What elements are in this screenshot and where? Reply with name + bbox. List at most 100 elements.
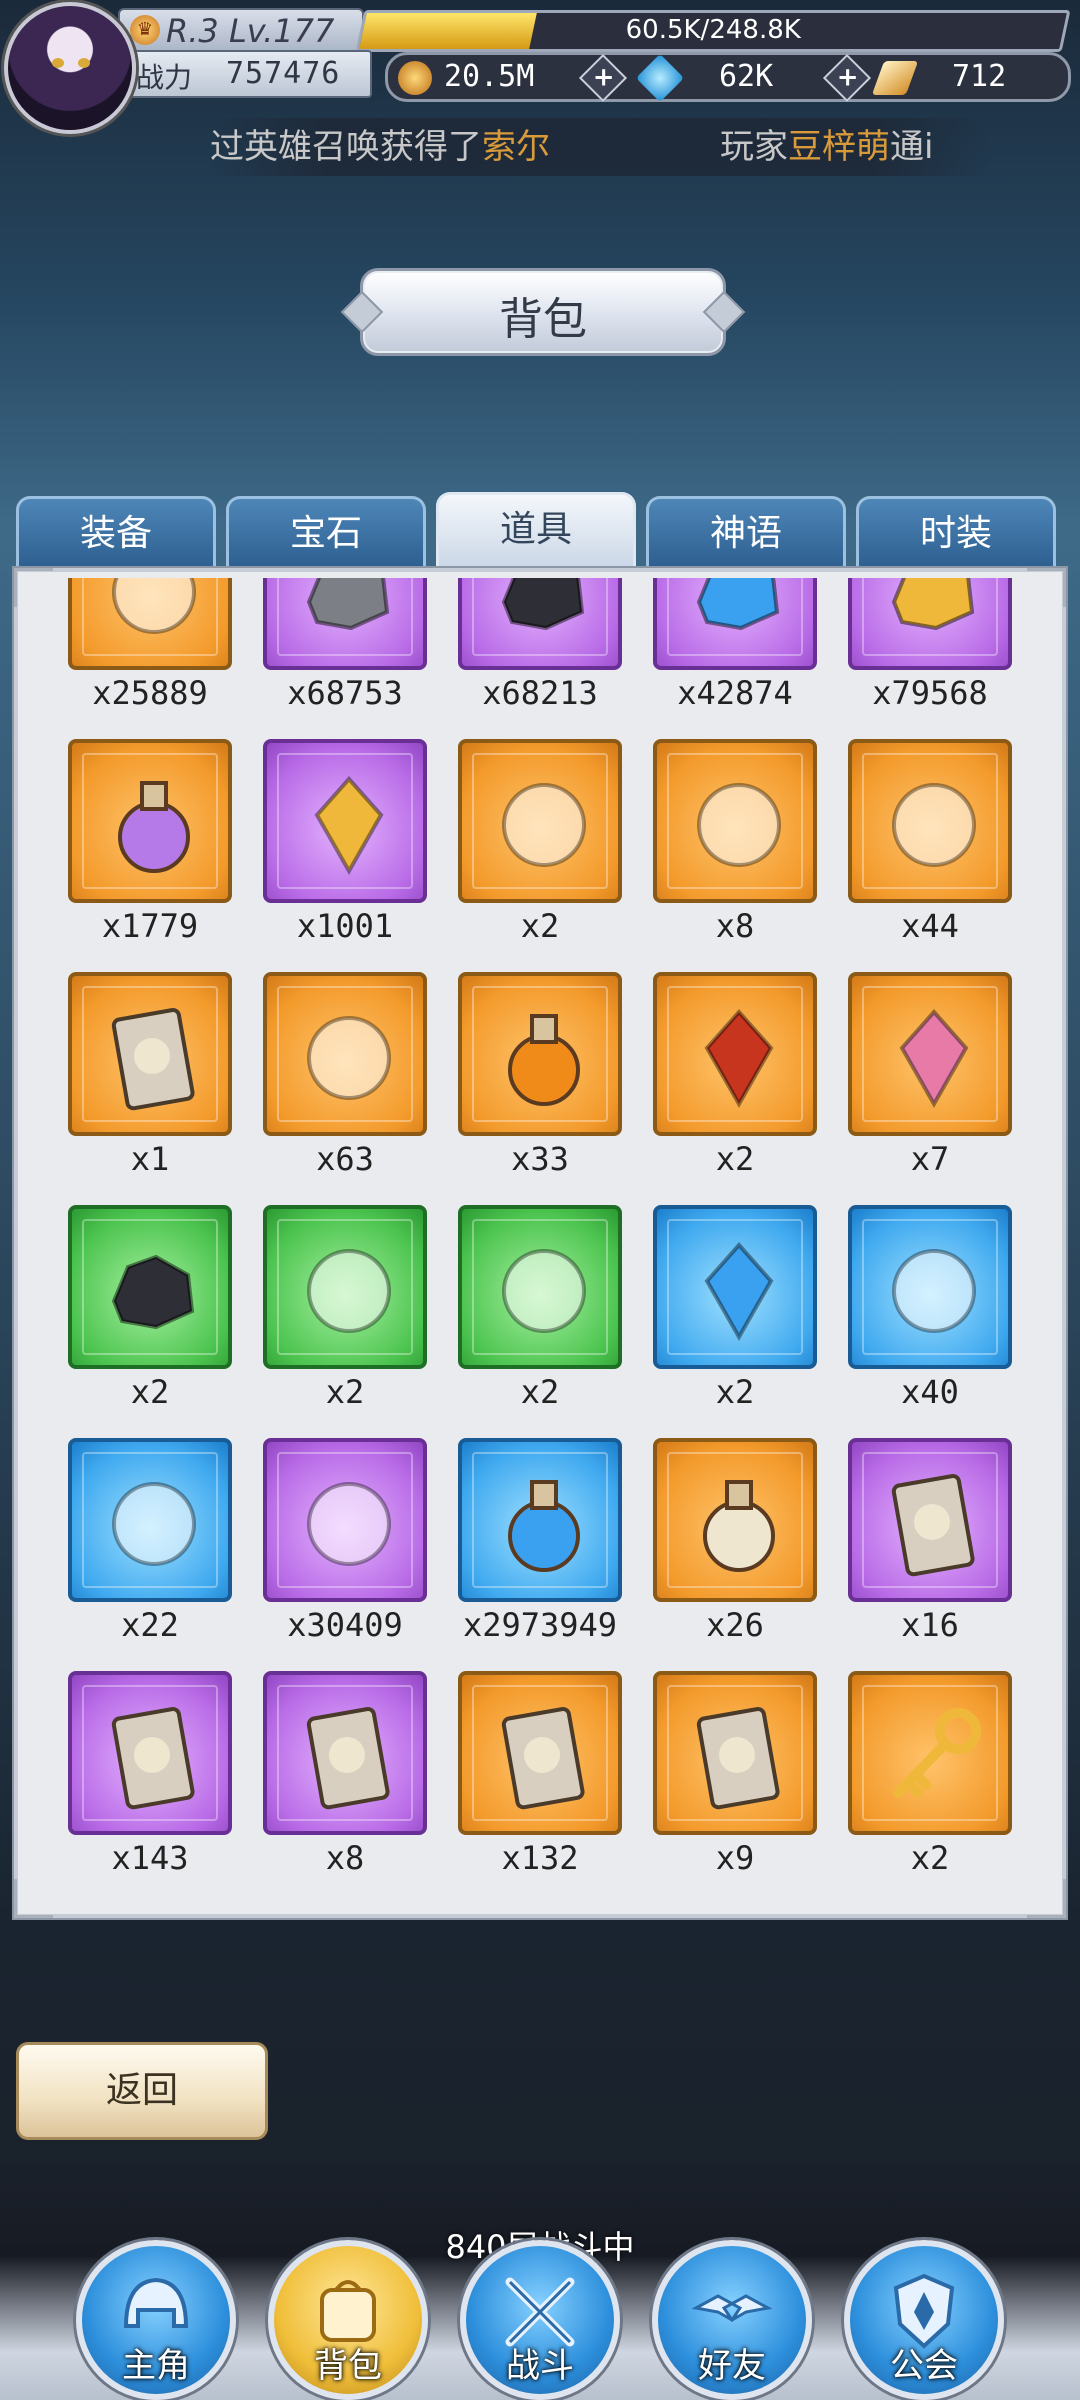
item-tile[interactable] [68, 1205, 232, 1369]
exp-bar: 60.5K/248.8K [355, 10, 1071, 52]
item-count: x2 [520, 1373, 560, 1411]
amber-crystal-icon [314, 775, 384, 876]
inventory-slot[interactable]: x2 [458, 1205, 622, 1425]
item-tile[interactable] [68, 578, 232, 670]
inventory-slot[interactable]: x68213 [458, 578, 622, 726]
inventory-slot[interactable]: x132 [458, 1671, 622, 1891]
item-tile[interactable] [68, 739, 232, 903]
item-count: x2 [715, 1140, 755, 1178]
inventory-slot[interactable]: x40 [848, 1205, 1012, 1425]
item-count: x2 [910, 1839, 950, 1877]
inventory-slot[interactable]: x1779 [68, 739, 232, 959]
item-tile[interactable] [68, 972, 232, 1136]
item-tile[interactable] [68, 1671, 232, 1835]
item-tile[interactable] [458, 1671, 622, 1835]
inventory-slot[interactable]: x2 [653, 972, 817, 1192]
inventory-slot[interactable]: x7 [848, 972, 1012, 1192]
black-ore-icon [501, 578, 585, 631]
inventory-slot[interactable]: x2973949 [458, 1438, 622, 1658]
inventory-slot[interactable]: x1 [68, 972, 232, 1192]
inventory-slot[interactable]: x2 [848, 1671, 1012, 1891]
inventory-slot[interactable]: x63 [263, 972, 427, 1192]
tab-items[interactable]: 道具 [436, 492, 636, 570]
item-count: x30409 [287, 1606, 403, 1644]
inventory-slot[interactable]: x79568 [848, 578, 1012, 726]
inventory-slot[interactable]: x26 [653, 1438, 817, 1658]
item-count: x68213 [482, 674, 598, 712]
inventory-slot[interactable]: x2 [653, 1205, 817, 1425]
inventory-slot[interactable]: x2 [263, 1205, 427, 1425]
inventory-slot[interactable]: x16 [848, 1438, 1012, 1658]
item-tile[interactable] [458, 578, 622, 670]
item-count: x8 [715, 907, 755, 945]
inventory-slot[interactable]: x25889 [68, 578, 232, 726]
item-tile[interactable] [653, 1205, 817, 1369]
ticker-text-1: 过英雄召唤获得了 [210, 127, 482, 167]
item-tile[interactable] [653, 739, 817, 903]
gold-key-icon [893, 1708, 981, 1798]
inventory-slot[interactable]: x143 [68, 1671, 232, 1891]
item-tile[interactable] [848, 1671, 1012, 1835]
item-tile[interactable] [458, 739, 622, 903]
nav-guild-button[interactable]: 公会 [844, 2240, 1004, 2400]
warrior-card-icon [306, 1707, 390, 1810]
tab-runes[interactable]: 神语 [646, 496, 846, 568]
item-tile[interactable] [653, 972, 817, 1136]
item-tile[interactable] [848, 739, 1012, 903]
gold-coin-icon [398, 60, 432, 95]
item-grid[interactable]: x25889 x68753 x68213 x42874 x79568 x1779 x1001… [18, 578, 1062, 1908]
nav-friends-button[interactable]: 好友 [652, 2240, 812, 2400]
item-tile[interactable] [848, 578, 1012, 670]
tab-gems[interactable]: 宝石 [226, 496, 426, 568]
inventory-slot[interactable]: x42874 [653, 578, 817, 726]
back-button[interactable]: 返回 [16, 2042, 268, 2140]
star-card-icon [501, 1707, 585, 1810]
item-tile[interactable] [263, 578, 427, 670]
item-tile[interactable] [263, 1671, 427, 1835]
inventory-slot[interactable]: x33 [458, 972, 622, 1192]
red-gem-icon [704, 1008, 774, 1109]
inventory-slot[interactable]: x30409 [263, 1438, 427, 1658]
add-gold-button[interactable]: + [578, 53, 628, 103]
nav-hero-button[interactable]: 主角 [76, 2240, 236, 2400]
inventory-panel: x25889 x68753 x68213 x42874 x79568 x1779 x1001… [14, 568, 1066, 1918]
nav-backpack-button[interactable]: 背包 [268, 2240, 428, 2400]
item-tile[interactable] [653, 1671, 817, 1835]
diamond-resource: 62K [635, 53, 773, 102]
inventory-slot[interactable]: x44 [848, 739, 1012, 959]
item-count: x26 [706, 1606, 764, 1644]
blue-diamond-icon [635, 53, 685, 102]
item-tile[interactable] [848, 1205, 1012, 1369]
inventory-slot[interactable]: x8 [653, 739, 817, 959]
gold-ore-icon [891, 578, 975, 631]
player-avatar[interactable] [4, 2, 136, 134]
inventory-slot[interactable]: x68753 [263, 578, 427, 726]
item-tile[interactable] [458, 972, 622, 1136]
item-tile[interactable] [653, 578, 817, 670]
item-tile[interactable] [263, 972, 427, 1136]
lion-card-icon [891, 1474, 975, 1577]
ticker-text-2: 玩家 [720, 127, 788, 167]
item-tile[interactable] [458, 1438, 622, 1602]
item-tile[interactable] [458, 1205, 622, 1369]
inventory-slot[interactable]: x1001 [263, 739, 427, 959]
inventory-slot[interactable]: x8 [263, 1671, 427, 1891]
item-tile[interactable] [263, 1438, 427, 1602]
item-tile[interactable] [848, 972, 1012, 1136]
blue-crystal-icon [704, 1241, 774, 1342]
inventory-slot[interactable]: x2 [68, 1205, 232, 1425]
tab-equipment[interactable]: 装备 [16, 496, 216, 568]
inventory-slot[interactable]: x2 [458, 739, 622, 959]
item-tile[interactable] [848, 1438, 1012, 1602]
inventory-slot[interactable]: x22 [68, 1438, 232, 1658]
grey-ore-icon [306, 578, 390, 631]
add-diamond-button[interactable]: + [822, 53, 872, 103]
item-tile[interactable] [263, 739, 427, 903]
nav-battle-button[interactable]: 战斗 [460, 2240, 620, 2400]
item-tile[interactable] [68, 1438, 232, 1602]
item-tile[interactable] [263, 1205, 427, 1369]
tab-costumes[interactable]: 时装 [856, 496, 1056, 568]
inventory-slot[interactable]: x9 [653, 1671, 817, 1891]
item-tile[interactable] [653, 1438, 817, 1602]
card-stack-icon [696, 1707, 780, 1810]
